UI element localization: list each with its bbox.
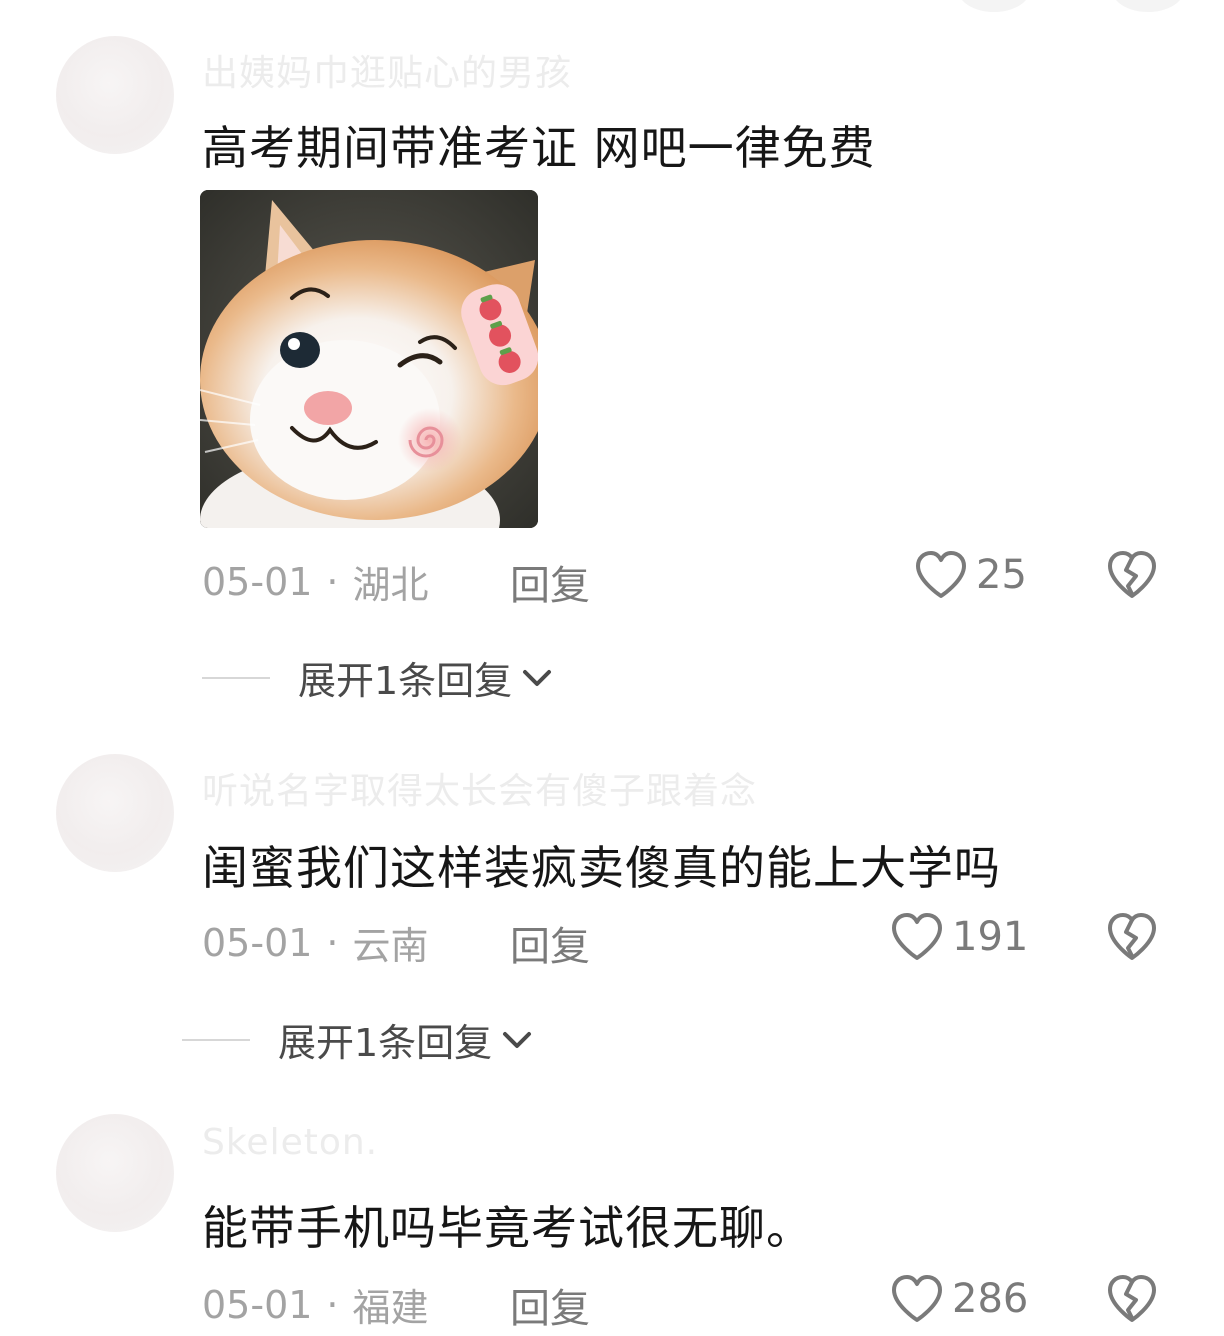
like-button[interactable]: 25 [914,550,1027,600]
reply-button[interactable]: 回复 [510,1276,590,1334]
comment-date: 05-01 [202,920,313,965]
expand-replies-label: 展开1条回复 [278,1021,493,1065]
divider-line [182,1038,250,1041]
comment-meta: 05-01 · 湖北 [202,554,429,609]
avatar[interactable] [56,1114,174,1232]
comment-username[interactable]: 出姨妈巾逛贴心的男孩 [202,44,572,96]
heart-outline-icon [892,1275,942,1322]
expand-replies-label: 展开1条回复 [298,659,513,703]
comment-meta: 05-01 · 云南 [202,915,429,970]
comment-location: 福建 [352,1286,429,1330]
like-count: 25 [976,552,1027,598]
heart-outline-icon [892,913,942,960]
comment-location: 湖北 [352,563,429,607]
broken-heart-icon[interactable] [1106,1274,1158,1324]
comment-username[interactable]: 听说名字取得太长会有傻子跟着念 [202,762,757,814]
chevron-down-icon [503,1031,532,1048]
like-button[interactable]: 286 [890,1274,1028,1324]
comment-text[interactable]: 闺蜜我们这样装疯卖傻真的能上大学吗 [202,832,1001,898]
cat-sticker-drawing [200,190,538,528]
like-button[interactable]: 191 [890,912,1028,962]
cat-sticker-image[interactable] [200,190,538,528]
comment-date: 05-01 [202,559,313,604]
chevron-down-icon [523,669,552,686]
top-button-partial[interactable] [1112,0,1184,12]
avatar[interactable] [56,36,174,154]
comment-username[interactable]: Skeleton. [202,1122,378,1163]
comment-date: 05-01 [202,1282,313,1327]
like-count: 191 [952,914,1029,960]
meta-separator: · [326,559,339,604]
expand-replies-button[interactable]: 展开1条回复 [202,650,554,705]
top-button-partial[interactable] [958,0,1030,12]
meta-separator: · [326,1282,339,1327]
avatar[interactable] [56,754,174,872]
comment-text[interactable]: 高考期间带准考证 网吧一律免费 [202,112,876,178]
comment-location: 云南 [352,924,429,968]
divider-line [202,676,270,679]
expand-replies-button[interactable]: 展开1条回复 [182,1012,534,1067]
comment-meta: 05-01 · 福建 [202,1277,429,1332]
comment-list-page: 出姨妈巾逛贴心的男孩 高考期间带准考证 网吧一律免费 05-01 · 湖北 回复… [0,0,1224,1336]
like-count: 286 [952,1276,1029,1322]
meta-separator: · [326,920,339,965]
broken-heart-icon[interactable] [1106,912,1158,962]
reply-button[interactable]: 回复 [510,553,590,611]
reply-button[interactable]: 回复 [510,914,590,972]
broken-heart-icon[interactable] [1106,550,1158,600]
heart-outline-icon [916,551,966,598]
comment-text[interactable]: 能带手机吗毕竟考试很无聊。 [202,1192,813,1258]
